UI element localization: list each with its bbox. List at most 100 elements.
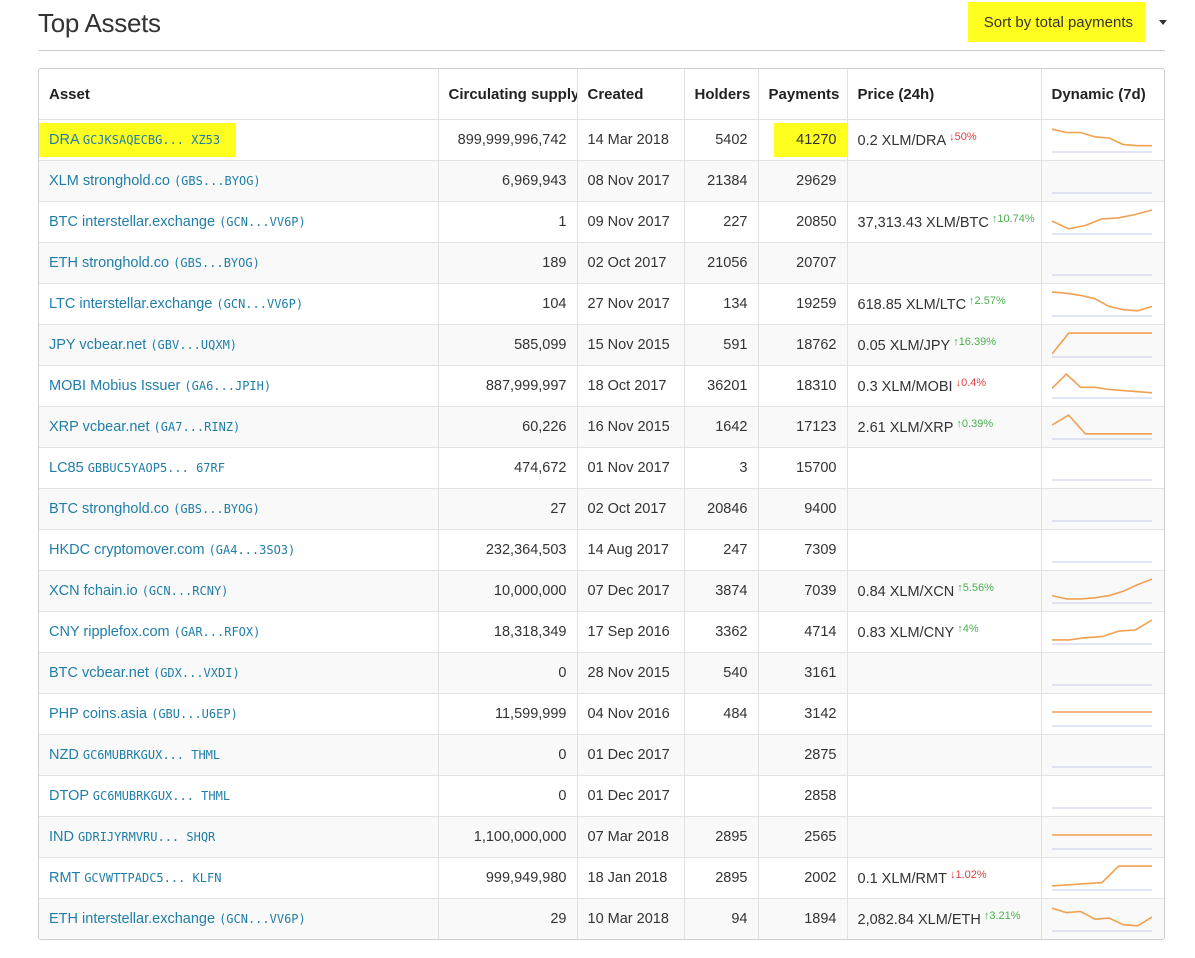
payments-cell: 18762 xyxy=(758,324,848,366)
table-row: DTOP GC6MUBRKGUX... THML 0 01 Dec 2017 2858 xyxy=(39,775,1164,817)
issuer-domain-link[interactable]: cryptomover.com xyxy=(94,542,204,558)
dynamic-cell xyxy=(1041,201,1164,243)
issuer-key-link[interactable]: GCVWTTPADC5... KLFN xyxy=(84,871,221,885)
asset-code-link[interactable]: ETH xyxy=(49,911,78,927)
issuer-key-link[interactable]: (GA4...3SO3) xyxy=(209,543,296,557)
sparkline-chart xyxy=(1051,332,1152,358)
sparkline-chart xyxy=(1051,578,1152,604)
header-circulating-supply[interactable]: Circulating supply xyxy=(438,69,578,120)
sparkline-line xyxy=(1051,209,1152,230)
price-change: 0.4% xyxy=(961,377,987,389)
issuer-key-link[interactable]: (GDX...VXDI) xyxy=(153,666,240,680)
dynamic-cell xyxy=(1041,898,1164,939)
asset-code-link[interactable]: DTOP xyxy=(49,788,89,804)
issuer-domain-link[interactable]: vcbear.net xyxy=(79,337,146,353)
chevron-down-icon[interactable] xyxy=(1159,19,1167,25)
holders-cell: 20846 xyxy=(684,488,759,530)
circulating-supply-cell: 0 xyxy=(438,734,578,776)
issuer-domain-link[interactable]: stronghold.co xyxy=(83,173,170,189)
issuer-domain-link[interactable]: vcbear.net xyxy=(82,665,149,681)
price-change: 50% xyxy=(954,131,977,143)
issuer-domain-link[interactable]: interstellar.exchange xyxy=(82,911,215,927)
issuer-domain-link[interactable]: fchain.io xyxy=(84,583,138,599)
table-row: LC85 GBBUC5YAOP5... 67RF 474,672 01 Nov 20… xyxy=(39,447,1164,489)
asset-code-link[interactable]: XCN xyxy=(49,583,80,599)
asset-code-link[interactable]: BTC xyxy=(49,665,78,681)
asset-code-link[interactable]: BTC xyxy=(49,501,78,517)
issuer-domain-link[interactable]: stronghold.co xyxy=(82,501,169,517)
payments-value: 4714 xyxy=(804,624,837,640)
asset-code-link[interactable]: NZD xyxy=(49,747,79,763)
circulating-supply-cell: 1 xyxy=(438,201,578,243)
header-asset[interactable]: Asset xyxy=(39,69,439,120)
asset-code-link[interactable]: XLM xyxy=(49,173,79,189)
created-date-cell: 18 Oct 2017 xyxy=(577,365,685,407)
issuer-key-link[interactable]: (GCN...RCNY) xyxy=(142,584,229,598)
asset-code-link[interactable]: LC85 xyxy=(49,460,84,476)
issuer-key-link[interactable]: (GBS...BYOG) xyxy=(173,256,260,270)
asset-code-link[interactable]: JPY xyxy=(49,337,75,353)
asset-code-link[interactable]: RMT xyxy=(49,870,80,886)
issuer-domain-link[interactable]: Mobius Issuer xyxy=(90,378,180,394)
issuer-key-link[interactable]: (GBV...UQXM) xyxy=(150,338,237,352)
header-payments[interactable]: Payments xyxy=(758,69,848,120)
asset-highlight: PHP coins.asia (GBU...U6EP) xyxy=(49,706,238,722)
payments-value: 3142 xyxy=(804,706,837,722)
asset-code-link[interactable]: PHP xyxy=(49,706,79,722)
issuer-key-link[interactable]: GC6MUBRKGUX... THML xyxy=(93,789,230,803)
payments-value: 18310 xyxy=(796,378,837,394)
asset-cell: IND GDRIJYRMVRU... SHQR xyxy=(39,816,439,858)
sort-button[interactable]: Sort by total payments xyxy=(967,2,1145,42)
issuer-domain-link[interactable]: interstellar.exchange xyxy=(79,296,212,312)
asset-code-link[interactable]: LTC xyxy=(49,296,75,312)
issuer-key-link[interactable]: GBBUC5YAOP5... 67RF xyxy=(88,461,225,475)
price-cell xyxy=(847,529,1042,571)
dynamic-cell xyxy=(1041,775,1164,817)
asset-code-link[interactable]: BTC xyxy=(49,214,78,230)
holders-cell: 247 xyxy=(684,529,759,571)
header-created[interactable]: Created xyxy=(577,69,685,120)
payments-cell: 19259 xyxy=(758,283,848,325)
asset-code-link[interactable]: XRP xyxy=(49,419,79,435)
table-row: MOBI Mobius Issuer (GA6...JPIH) 887,999,9… xyxy=(39,365,1164,407)
asset-code-link[interactable]: IND xyxy=(49,829,74,845)
issuer-key-link[interactable]: GC6MUBRKGUX... THML xyxy=(83,748,220,762)
issuer-domain-link[interactable]: coins.asia xyxy=(83,706,147,722)
price-cell: 37,313.43 XLM/BTC ↑10.74% xyxy=(847,201,1042,243)
asset-highlight: LC85 GBBUC5YAOP5... 67RF xyxy=(49,460,225,476)
payments-cell: 2858 xyxy=(758,775,848,817)
sort-dropdown[interactable]: Sort by total payments xyxy=(967,2,1167,42)
dynamic-cell xyxy=(1041,488,1164,530)
asset-code-link[interactable]: HKDC xyxy=(49,542,90,558)
holders-cell: 2895 xyxy=(684,857,759,899)
payments-cell: 29629 xyxy=(758,160,848,202)
asset-code-link[interactable]: ETH xyxy=(49,255,78,271)
issuer-domain-link[interactable]: stronghold.co xyxy=(82,255,169,271)
price-cell: 0.05 XLM/JPY ↑16.39% xyxy=(847,324,1042,366)
issuer-domain-link[interactable]: vcbear.net xyxy=(83,419,150,435)
circulating-supply-cell: 18,318,349 xyxy=(438,611,578,653)
header-dynamic[interactable]: Dynamic (7d) xyxy=(1041,69,1164,120)
created-date-cell: 02 Oct 2017 xyxy=(577,242,685,284)
issuer-key-link[interactable]: (GBU...U6EP) xyxy=(151,707,238,721)
sparkline-chart xyxy=(1051,192,1152,194)
issuer-key-link[interactable]: (GA7...RINZ) xyxy=(154,420,241,434)
header-price[interactable]: Price (24h) xyxy=(847,69,1042,120)
issuer-key-link[interactable]: (GBS...BYOG) xyxy=(174,174,261,188)
issuer-key-link[interactable]: GCJKSAQECBG... XZ53 xyxy=(83,133,220,147)
asset-cell: XRP vcbear.net (GA7...RINZ) xyxy=(39,406,439,448)
issuer-key-link[interactable]: (GA6...JPIH) xyxy=(184,379,271,393)
asset-code-link[interactable]: CNY xyxy=(49,624,79,640)
issuer-key-link[interactable]: (GCN...VV6P) xyxy=(216,297,303,311)
issuer-key-link[interactable]: GDRIJYRMVRU... SHQR xyxy=(78,830,215,844)
asset-code-link[interactable]: DRA xyxy=(49,132,79,148)
asset-cell: XLM stronghold.co (GBS...BYOG) xyxy=(39,160,439,202)
asset-code-link[interactable]: MOBI xyxy=(49,378,86,394)
issuer-key-link[interactable]: (GAR...RFOX) xyxy=(174,625,261,639)
issuer-key-link[interactable]: (GBS...BYOG) xyxy=(173,502,260,516)
header-holders[interactable]: Holders xyxy=(684,69,759,120)
issuer-key-link[interactable]: (GCN...VV6P) xyxy=(219,215,306,229)
issuer-domain-link[interactable]: ripplefox.com xyxy=(83,624,169,640)
issuer-key-link[interactable]: (GCN...VV6P) xyxy=(219,912,306,926)
issuer-domain-link[interactable]: interstellar.exchange xyxy=(82,214,215,230)
